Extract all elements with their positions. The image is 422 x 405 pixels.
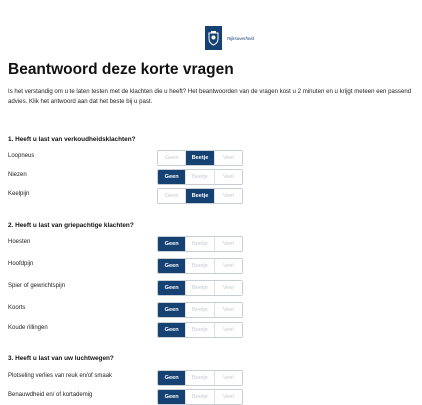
answer-selector: Geen Beetje Veel (157, 389, 243, 405)
answer-selector: Geen Beetje Veel (157, 302, 243, 318)
option-none-button[interactable]: Geen (158, 323, 187, 337)
option-little-button[interactable]: Beetje (186, 189, 215, 203)
answer-selector: Geen Beetje Veel (157, 150, 243, 166)
symptom-label: Keelpijn (8, 191, 30, 197)
symptom-label: Koorts (8, 305, 26, 311)
symptom-row: Spier of gewrichtspijn Geen Beetje Veel (8, 280, 248, 296)
symptom-label: Spier of gewrichtspijn (8, 283, 66, 289)
symptom-row: Koude rillingen Geen Beetje Veel (8, 322, 248, 338)
symptom-row: Niezen Geen Beetje Veel (8, 169, 248, 185)
option-much-button[interactable]: Veel (214, 323, 242, 337)
option-none-button[interactable]: Geen (158, 281, 187, 295)
symptom-row: Plotseling verlies van reuk en/of smaak G… (8, 370, 248, 386)
answer-selector: Geen Beetje Veel (157, 322, 243, 338)
symptom-row: Koorts Geen Beetje Veel (8, 302, 248, 318)
symptom-label: Hoofdpijn (8, 261, 34, 267)
coat-of-arms-icon (205, 26, 222, 50)
option-little-button[interactable]: Beetje (186, 323, 215, 337)
option-none-button[interactable]: Geen (158, 371, 187, 385)
answer-selector: Geen Beetje Veel (157, 280, 243, 296)
option-none-button[interactable]: Geen (158, 189, 187, 203)
option-none-button[interactable]: Geen (158, 303, 187, 317)
logo-text: Rijksoverheid (227, 35, 255, 41)
answer-selector: Geen Beetje Veel (157, 169, 243, 185)
symptom-label: Koude rillingen (8, 325, 48, 331)
option-none-button[interactable]: Geen (158, 390, 187, 404)
option-none-button[interactable]: Geen (158, 170, 187, 184)
answer-selector: Geen Beetje Veel (157, 188, 243, 204)
page-title: Beantwoord deze korte vragen (8, 61, 234, 78)
option-much-button[interactable]: Veel (214, 237, 242, 251)
answer-selector: Geen Beetje Veel (157, 370, 243, 386)
rijksoverheid-logo: Rijksoverheid (205, 26, 254, 50)
option-much-button[interactable]: Veel (214, 170, 242, 184)
option-little-button[interactable]: Beetje (186, 371, 215, 385)
option-little-button[interactable]: Beetje (186, 259, 215, 273)
symptom-row: Hoesten Geen Beetje Veel (8, 236, 248, 252)
answer-selector: Geen Beetje Veel (157, 258, 243, 274)
option-none-button[interactable]: Geen (158, 151, 187, 165)
symptom-row: Benauwdheid en/ of kortademig Geen Beetje V… (8, 389, 248, 405)
symptom-label: Hoesten (8, 239, 31, 245)
option-little-button[interactable]: Beetje (186, 237, 215, 251)
symptom-label: Plotseling verlies van reuk en/of smaak (8, 373, 113, 379)
option-much-button[interactable]: Veel (214, 371, 242, 385)
answer-selector: Geen Beetje Veel (157, 236, 243, 252)
option-little-button[interactable]: Beetje (186, 281, 215, 295)
option-little-button[interactable]: Beetje (186, 303, 215, 317)
symptom-row: Loopneus Geen Beetje Veel (8, 150, 248, 166)
question-heading: 2. Heeft u last van griepachtige klachte… (8, 222, 134, 229)
option-much-button[interactable]: Veel (214, 303, 242, 317)
intro-text: Is het verstandig om u te laten testen m… (8, 88, 412, 105)
option-little-button[interactable]: Beetje (186, 390, 215, 404)
option-much-button[interactable]: Veel (214, 390, 242, 404)
symptom-label: Loopneus (8, 153, 35, 159)
symptom-label: Benauwdheid en/ of kortademig (8, 392, 93, 398)
symptom-row: Keelpijn Geen Beetje Veel (8, 188, 248, 204)
symptom-label: Niezen (8, 172, 27, 178)
option-much-button[interactable]: Veel (214, 151, 242, 165)
option-much-button[interactable]: Veel (214, 189, 242, 203)
option-none-button[interactable]: Geen (158, 237, 187, 251)
option-much-button[interactable]: Veel (214, 281, 242, 295)
option-little-button[interactable]: Beetje (186, 170, 215, 184)
option-little-button[interactable]: Beetje (186, 151, 215, 165)
question-heading: 1. Heeft u last van verkoudheidsklachten… (8, 136, 136, 143)
symptom-row: Hoofdpijn Geen Beetje Veel (8, 258, 248, 274)
question-heading: 3. Heeft u last van uw luchtwegen? (8, 355, 114, 362)
option-much-button[interactable]: Veel (214, 259, 242, 273)
option-none-button[interactable]: Geen (158, 259, 187, 273)
